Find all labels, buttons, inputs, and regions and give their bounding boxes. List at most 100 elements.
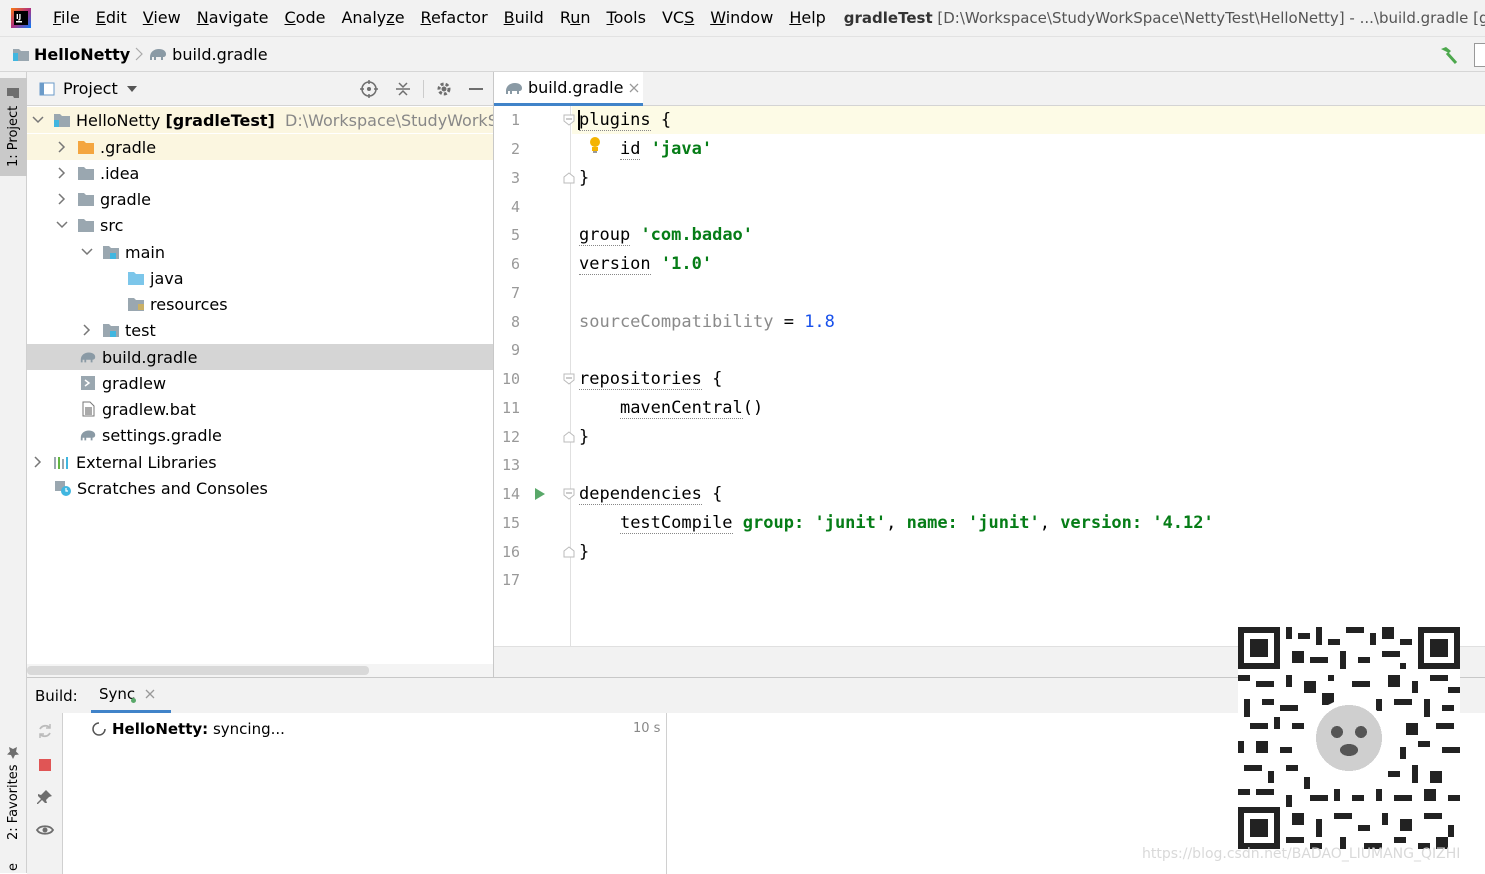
tree-node-test[interactable]: test bbox=[27, 317, 493, 343]
chevron-right-icon[interactable] bbox=[55, 140, 69, 154]
code-line-16[interactable]: } bbox=[579, 538, 589, 567]
tree-node-idea[interactable]: .idea bbox=[27, 160, 493, 186]
favorites-tool-tab[interactable]: 2: Favorites bbox=[0, 744, 27, 842]
menu-vcs[interactable]: VCS bbox=[654, 0, 702, 36]
project-panel: Project HelloNetty [gradleTest] D:\Works… bbox=[27, 72, 494, 677]
run-config-dropdown[interactable] bbox=[1474, 43, 1485, 67]
tree-node-java[interactable]: java bbox=[27, 265, 493, 291]
refresh-icon[interactable] bbox=[37, 723, 53, 739]
code-line-6[interactable]: version '1.0' bbox=[579, 250, 712, 279]
run-play-icon[interactable] bbox=[534, 487, 546, 501]
spinner-icon bbox=[92, 722, 106, 736]
tab-sync[interactable]: Sync bbox=[91, 678, 171, 713]
build-toolbar bbox=[27, 713, 63, 874]
source-folder-icon bbox=[128, 272, 144, 285]
code-line-15[interactable]: testCompile group: 'junit', name: 'junit… bbox=[579, 509, 1214, 538]
code-line-10[interactable]: repositories { bbox=[579, 365, 722, 394]
line-number: 2 bbox=[510, 140, 520, 158]
fold-end-marker-icon[interactable] bbox=[563, 546, 575, 558]
fold-marker-icon[interactable] bbox=[563, 488, 575, 500]
stop-icon[interactable] bbox=[38, 758, 52, 772]
fold-end-marker-icon[interactable] bbox=[563, 431, 575, 443]
code-line-12[interactable]: } bbox=[579, 423, 589, 452]
project-panel-header: Project bbox=[27, 72, 493, 106]
eye-icon[interactable] bbox=[36, 823, 54, 837]
menu-edit[interactable]: Edit bbox=[88, 0, 135, 36]
menu-window[interactable]: Window bbox=[702, 0, 781, 36]
tree-node-label: test bbox=[125, 320, 156, 340]
menu-view[interactable]: View bbox=[135, 0, 189, 36]
tree-node-resources[interactable]: resources bbox=[27, 291, 493, 317]
tree-node-label: settings.gradle bbox=[102, 425, 222, 445]
gear-icon[interactable] bbox=[435, 80, 453, 98]
collapse-all-icon[interactable] bbox=[394, 80, 412, 98]
code-line-8[interactable]: sourceCompatibility = 1.8 bbox=[579, 308, 835, 337]
window-title: gradleTest [D:\Workspace\StudyWorkSpace\… bbox=[844, 9, 1485, 27]
breadcrumb-file[interactable]: build.gradle bbox=[148, 44, 268, 64]
locate-target-icon[interactable] bbox=[360, 80, 378, 98]
menu-help[interactable]: Help bbox=[781, 0, 833, 36]
menu-navigate[interactable]: Navigate bbox=[189, 0, 277, 36]
build-task-row[interactable]: HelloNetty: syncing... bbox=[91, 717, 285, 741]
menu-analyze[interactable]: Analyze bbox=[333, 0, 412, 36]
line-number: 3 bbox=[510, 169, 520, 187]
tree-node-external-libraries[interactable]: External Libraries bbox=[27, 449, 493, 475]
fold-end-marker-icon[interactable] bbox=[563, 172, 575, 184]
menu-mnemonic: V bbox=[142, 8, 154, 27]
code-line-11[interactable]: mavenCentral() bbox=[579, 394, 763, 423]
code-named-arg: group: bbox=[742, 513, 805, 533]
tree-node-main[interactable]: main bbox=[27, 239, 493, 265]
fold-marker-icon[interactable] bbox=[563, 373, 575, 385]
code-line-1[interactable]: plugins { bbox=[579, 106, 671, 135]
tree-node-settings-gradle[interactable]: settings.gradle bbox=[27, 422, 493, 448]
project-tool-tab[interactable]: 1: Project bbox=[0, 78, 27, 176]
chevron-right-icon[interactable] bbox=[80, 323, 94, 337]
tree-node-label: main bbox=[125, 242, 165, 262]
fold-marker-icon[interactable] bbox=[563, 114, 575, 126]
breadcrumb-file-label: build.gradle bbox=[172, 44, 268, 64]
chevron-down-icon[interactable] bbox=[80, 245, 94, 259]
tree-node-scratches[interactable]: Scratches and Consoles bbox=[27, 475, 493, 501]
tree-node-gradle[interactable]: gradle bbox=[27, 186, 493, 212]
code-token: } bbox=[579, 542, 590, 562]
menu-file[interactable]: File bbox=[45, 0, 88, 36]
code-token: repositories bbox=[579, 369, 702, 390]
code-line-3[interactable]: } bbox=[579, 164, 589, 193]
menu-refactor[interactable]: Refactor bbox=[413, 0, 496, 36]
structure-tool-tab[interactable]: e bbox=[0, 860, 27, 874]
close-icon[interactable] bbox=[145, 689, 155, 699]
tab-build-gradle[interactable]: build.gradle bbox=[494, 72, 643, 106]
chevron-down-icon[interactable] bbox=[126, 84, 138, 94]
build-hammer-icon[interactable] bbox=[1438, 45, 1460, 65]
tree-node-root[interactable]: HelloNetty [gradleTest] D:\Workspace\Stu… bbox=[27, 107, 493, 133]
folder-icon bbox=[78, 193, 94, 206]
tree-node-build-gradle[interactable]: build.gradle bbox=[27, 344, 493, 370]
minimize-icon[interactable] bbox=[467, 80, 485, 98]
menu-tools[interactable]: Tools bbox=[599, 0, 654, 36]
editor-tab-bar: build.gradle bbox=[494, 72, 1485, 106]
chevron-right-icon[interactable] bbox=[55, 192, 69, 206]
tree-node-src[interactable]: src bbox=[27, 212, 493, 238]
tree-node-gradlew[interactable]: gradlew bbox=[27, 370, 493, 396]
tree-node-dot-gradle[interactable]: .gradle bbox=[27, 134, 493, 160]
code-line-2[interactable]: id 'java' bbox=[579, 135, 712, 164]
code-line-5[interactable]: group 'com.badao' bbox=[579, 221, 753, 250]
chevron-down-icon[interactable] bbox=[55, 218, 69, 232]
chevron-right-icon[interactable] bbox=[31, 455, 45, 469]
chevron-down-icon[interactable] bbox=[31, 113, 45, 127]
project-panel-title[interactable]: Project bbox=[63, 79, 118, 98]
menu-build[interactable]: Build bbox=[496, 0, 552, 36]
close-icon[interactable] bbox=[629, 83, 639, 93]
favorites-tool-tab-label: 2: Favorites bbox=[6, 764, 21, 840]
project-hscroll-thumb[interactable] bbox=[27, 666, 369, 675]
tree-node-gradlew-bat[interactable]: gradlew.bat bbox=[27, 396, 493, 422]
code-line-14[interactable]: dependencies { bbox=[579, 480, 722, 509]
pin-icon[interactable] bbox=[37, 789, 53, 805]
line-number: 10 bbox=[501, 370, 520, 388]
menu-run[interactable]: Run bbox=[552, 0, 599, 36]
breadcrumb-project[interactable]: HelloNetty bbox=[12, 45, 130, 64]
window-title-project: gradleTest bbox=[843, 9, 933, 27]
chevron-right-icon[interactable] bbox=[55, 166, 69, 180]
sync-status-dot bbox=[131, 698, 136, 703]
menu-code[interactable]: Code bbox=[277, 0, 334, 36]
